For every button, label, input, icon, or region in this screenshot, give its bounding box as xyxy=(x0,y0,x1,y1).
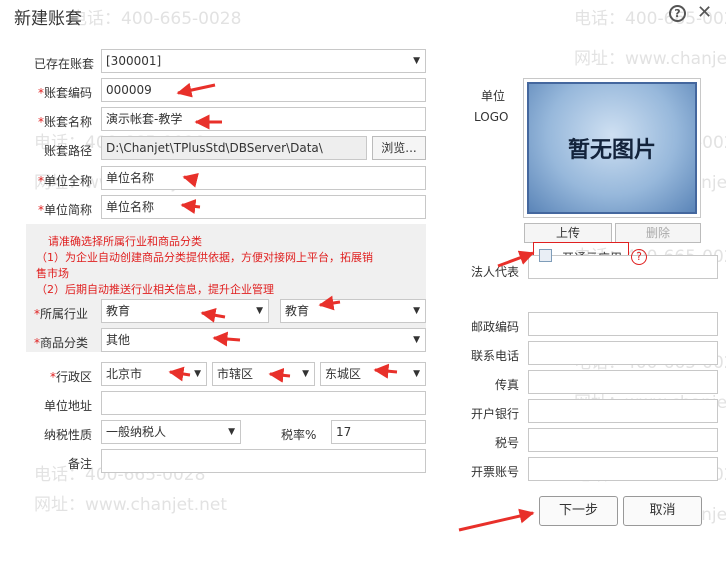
logo-placeholder-text: 暂无图片 xyxy=(567,138,656,163)
account-code-input[interactable]: 000009 xyxy=(101,78,426,102)
logo-placeholder-image: 暂无图片 xyxy=(527,82,697,214)
remark-input[interactable] xyxy=(101,449,426,473)
existing-account-label: 已存在账套 xyxy=(34,57,95,71)
bank-input[interactable] xyxy=(528,399,718,423)
tax-type-value: 一般纳税人 xyxy=(106,425,167,439)
logo-frame: 暂无图片 xyxy=(523,78,701,218)
category-select[interactable]: 其他 xyxy=(101,328,426,352)
fax-label: 传真 xyxy=(495,378,520,392)
district-value: 东城区 xyxy=(325,367,362,381)
help-icon[interactable]: ? xyxy=(669,5,686,22)
bank-label: 开户银行 xyxy=(471,407,520,421)
industry-value: 教育 xyxy=(106,304,131,318)
existing-account-value: [300001] xyxy=(106,54,162,68)
account-path-label: 账套路径 xyxy=(44,144,93,158)
browse-button[interactable]: 浏览... xyxy=(372,136,426,160)
remark-label: 备注 xyxy=(68,457,93,471)
cloud-app-checkbox[interactable] xyxy=(539,249,552,262)
city-select[interactable]: 市辖区 xyxy=(212,362,315,386)
next-button[interactable]: 下一步 xyxy=(539,496,618,526)
close-icon[interactable]: ✕ xyxy=(697,2,712,23)
invoice-account-label: 开票账号 xyxy=(471,465,520,479)
industry-select[interactable]: 教育 xyxy=(101,299,269,323)
tax-rate-label: 税率% xyxy=(281,428,317,442)
district-select[interactable]: 东城区 xyxy=(320,362,426,386)
legal-rep-input[interactable] xyxy=(528,255,718,279)
tax-rate-input[interactable]: 17 xyxy=(331,420,426,444)
address-input[interactable] xyxy=(101,391,426,415)
tax-no-label: 税号 xyxy=(495,436,520,450)
logo-label-line1: 单位 xyxy=(481,89,506,103)
tax-no-input[interactable] xyxy=(528,428,718,452)
province-select[interactable]: 北京市 xyxy=(101,362,207,386)
company-fullname-label: *单位全称 xyxy=(38,174,93,188)
phone-label: 联系电话 xyxy=(471,349,520,363)
cloud-help-icon[interactable]: ? xyxy=(631,249,647,265)
legal-rep-label: 法人代表 xyxy=(471,265,520,279)
industry-sub-value: 教育 xyxy=(285,304,310,318)
upload-button[interactable]: 上传 xyxy=(524,223,612,243)
company-shortname-label: *单位简称 xyxy=(38,203,93,217)
category-label: *商品分类 xyxy=(34,336,89,350)
city-value: 市辖区 xyxy=(217,367,254,381)
fax-input[interactable] xyxy=(528,370,718,394)
notice-line: 请准确选择所属行业和商品分类 xyxy=(48,235,202,248)
watermark-site: 网址：www.chanjet.net xyxy=(34,495,228,515)
tax-type-label: 纳税性质 xyxy=(44,428,93,442)
address-label: 单位地址 xyxy=(44,399,93,413)
company-shortname-input[interactable]: 单位名称 xyxy=(101,195,426,219)
dialog-titlebar: 新建账套 ? ✕ xyxy=(0,0,726,30)
watermark-site: 网址：www.chanjet.net xyxy=(574,49,726,69)
invoice-account-input[interactable] xyxy=(528,457,718,481)
notice-line: （1）为企业自动创建商品分类提供依据，方便对接网上平台，拓展销 xyxy=(36,251,373,264)
postcode-label: 邮政编码 xyxy=(471,320,520,334)
industry-label: *所属行业 xyxy=(34,307,89,321)
delete-button[interactable]: 删除 xyxy=(615,223,701,243)
account-name-label: *账套名称 xyxy=(38,115,93,129)
tax-type-select[interactable]: 一般纳税人 xyxy=(101,420,241,444)
logo-label-line2: LOGO xyxy=(474,110,509,124)
account-name-input[interactable]: 演示帐套-教学 xyxy=(101,107,426,131)
notice-line: 售市场 xyxy=(36,267,69,280)
company-fullname-input[interactable]: 单位名称 xyxy=(101,166,426,190)
province-value: 北京市 xyxy=(106,367,143,381)
phone-input[interactable] xyxy=(528,341,718,365)
notice-line: （2）后期自动推送行业相关信息，提升企业管理 xyxy=(36,283,274,296)
dialog-title: 新建账套 xyxy=(14,9,82,29)
account-code-label: *账套编码 xyxy=(38,86,93,100)
region-label: *行政区 xyxy=(50,370,93,384)
account-path-input: D:\Chanjet\TPlusStd\DBServer\Data\ xyxy=(101,136,367,160)
industry-sub-select[interactable]: 教育 xyxy=(280,299,426,323)
existing-account-select[interactable]: [300001] xyxy=(101,49,426,73)
category-value: 其他 xyxy=(106,333,131,347)
cancel-button[interactable]: 取消 xyxy=(623,496,702,526)
postcode-input[interactable] xyxy=(528,312,718,336)
